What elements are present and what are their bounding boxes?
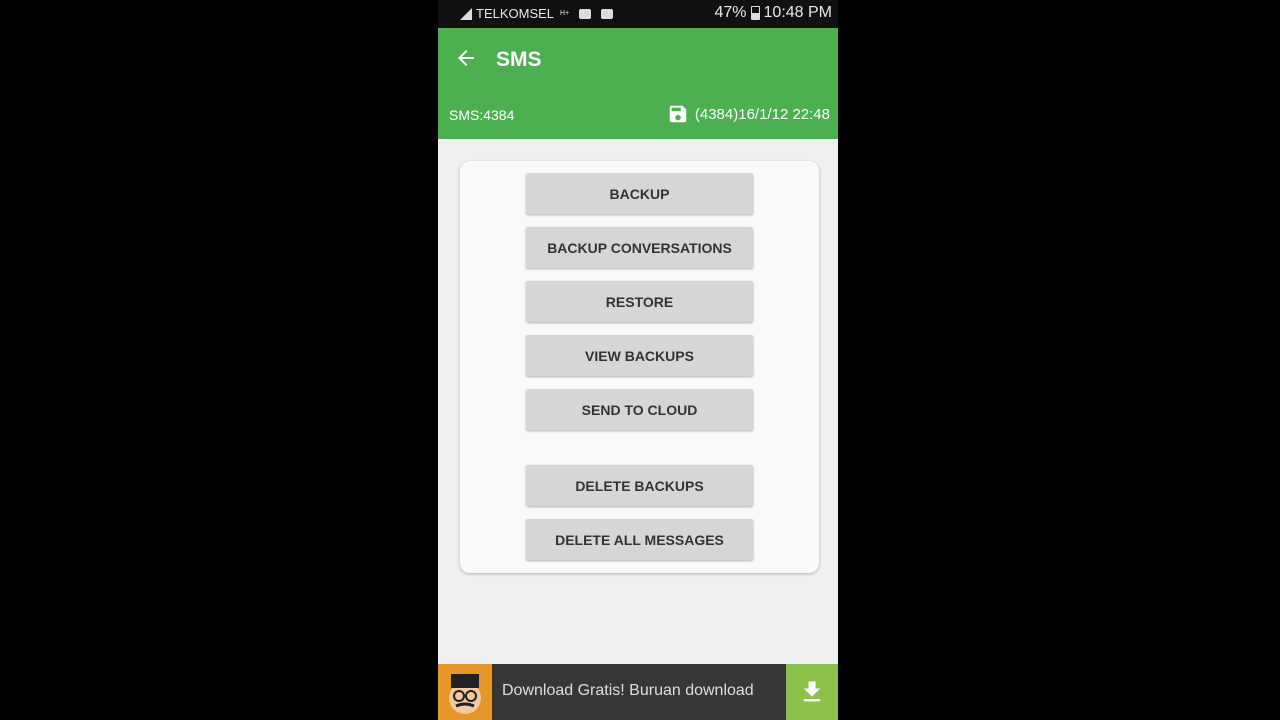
backup-conversations-button[interactable]: BACKUP CONVERSATIONS	[526, 227, 753, 268]
delete-all-messages-button[interactable]: DELETE ALL MESSAGES	[526, 519, 753, 560]
send-to-cloud-button[interactable]: SEND TO CLOUD	[526, 389, 753, 430]
download-icon	[803, 681, 821, 702]
app-bar: SMS SMS:4384 (4384)16/1/12 22:48	[438, 28, 838, 139]
video-call-icon	[579, 8, 592, 19]
page-title: SMS	[496, 48, 542, 71]
message-icon	[601, 8, 614, 19]
clock: 10:48 PM	[763, 4, 832, 21]
network-type: H+	[560, 10, 570, 17]
delete-backups-button[interactable]: DELETE BACKUPS	[526, 465, 753, 506]
ad-thumbnail[interactable]	[438, 664, 492, 720]
signal-icon	[460, 7, 472, 20]
status-left: TELKOMSEL H+	[460, 6, 614, 21]
last-backup-text: (4384)16/1/12 22:48	[694, 105, 830, 123]
sms-count: SMS:4384	[449, 107, 515, 123]
status-bar: TELKOMSEL H+ 47% 10:48 PM	[438, 0, 838, 28]
phone-screen: TELKOMSEL H+ 47% 10:48 PM SMS SMS:4384 (…	[438, 0, 838, 720]
ad-character-icon	[449, 674, 481, 714]
arrow-left-icon[interactable]	[454, 46, 478, 70]
view-backups-button[interactable]: VIEW BACKUPS	[526, 335, 753, 376]
battery-icon	[750, 6, 760, 20]
restore-button[interactable]: RESTORE	[526, 281, 753, 322]
actions-card: BACKUP BACKUP CONVERSATIONS RESTORE VIEW…	[460, 161, 819, 573]
ad-download-button[interactable]	[786, 664, 838, 720]
ad-banner[interactable]: Download Gratis! Buruan download	[438, 664, 838, 720]
ad-text: Download Gratis! Buruan download	[502, 682, 754, 699]
carrier-name: TELKOMSEL	[476, 6, 555, 21]
floppy-disk-icon	[669, 105, 687, 123]
status-right: 47% 10:48 PM	[714, 4, 832, 22]
backup-button[interactable]: BACKUP	[526, 173, 753, 214]
battery-percent: 47%	[714, 4, 747, 21]
last-backup-info: (4384)16/1/12 22:48	[667, 103, 830, 125]
